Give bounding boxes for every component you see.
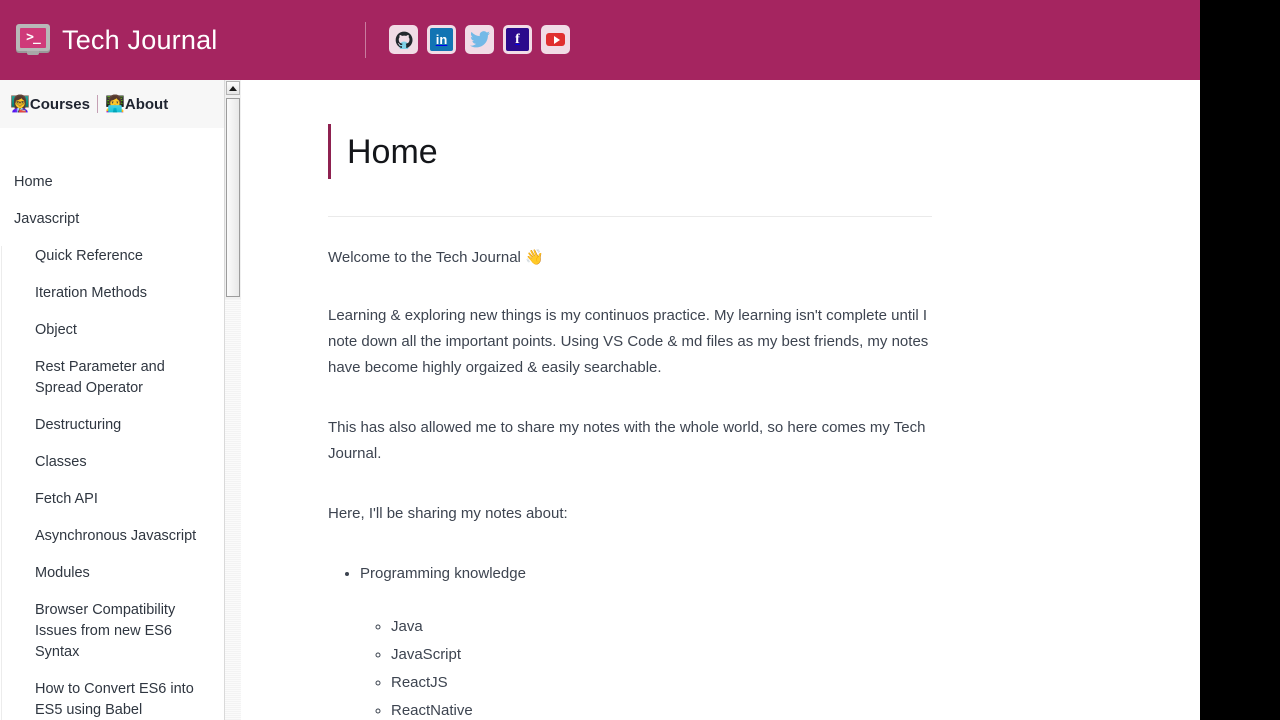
terminal-prompt-text: >_ xyxy=(20,27,46,48)
facebook-icon: f xyxy=(506,28,529,51)
list-item: ReactJS xyxy=(391,669,938,697)
sidebar-item-object[interactable]: Object xyxy=(20,320,200,341)
list-item: JavaScript xyxy=(391,641,938,669)
paragraph-3: Here, I'll be sharing my notes about: xyxy=(328,505,568,522)
nav-item-about[interactable]: 👩‍💻 About xyxy=(105,96,168,113)
github-icon xyxy=(392,28,415,51)
youtube-link[interactable] xyxy=(541,25,570,54)
github-link[interactable] xyxy=(389,25,418,54)
list-item: Programming knowledge Java JavaScript Re… xyxy=(360,561,938,720)
list-item: ReactNative xyxy=(391,697,938,720)
sidebar-item-quick-reference[interactable]: Quick Reference xyxy=(20,246,200,267)
waving-hand-icon: 👋 xyxy=(525,248,544,266)
sidebar-topnav: 👩‍🏫 Courses 👩‍💻 About xyxy=(0,80,228,128)
twitter-icon xyxy=(468,28,491,51)
nav-item-courses-label: Courses xyxy=(29,95,90,113)
sidebar-item-es6-to-es5-babel[interactable]: How to Convert ES6 into ES5 using Babel xyxy=(20,679,200,720)
list-item: Java xyxy=(391,613,938,641)
sidebar-item-classes[interactable]: Classes xyxy=(20,452,200,473)
social-links: in f xyxy=(389,25,570,54)
site-header: >_ Tech Journal in f xyxy=(0,0,1200,80)
sidebar-scrollbar[interactable] xyxy=(224,80,241,720)
brand-link[interactable]: >_ Tech Journal xyxy=(0,24,218,56)
sidebar-item-modules[interactable]: Modules xyxy=(20,563,200,584)
topics-sublist: Java JavaScript ReactJS ReactNative xyxy=(360,613,938,720)
sidebar-item-rest-spread[interactable]: Rest Parameter and Spread Operator xyxy=(20,357,200,399)
sidebar-item-browser-compatibility[interactable]: Browser Compatibility Issues from new ES… xyxy=(20,600,200,663)
brand-title: Tech Journal xyxy=(62,24,218,55)
welcome-paragraph: Welcome to the Tech Journal 👋 xyxy=(328,244,938,271)
youtube-icon xyxy=(544,28,567,51)
linkedin-glyph: in xyxy=(435,32,448,47)
sidebar-item-javascript[interactable]: Javascript xyxy=(0,209,228,230)
nav-separator xyxy=(96,95,98,113)
sidebar: 👩‍🏫 Courses 👩‍💻 About Home Javascript Qu… xyxy=(0,80,240,720)
sidebar-submenu-javascript: Quick Reference Iteration Methods Object… xyxy=(1,246,228,720)
paragraph-1: Learning & exploring new things is my co… xyxy=(328,307,929,376)
sidebar-item-home[interactable]: Home xyxy=(0,172,228,193)
content-divider xyxy=(328,216,932,217)
list-item-label: Programming knowledge xyxy=(360,565,526,582)
linkedin-link[interactable]: in xyxy=(427,25,456,54)
browser-page: >_ Tech Journal in xyxy=(0,0,1200,720)
sidebar-item-fetch-api[interactable]: Fetch API xyxy=(20,489,200,510)
sidebar-item-destructuring[interactable]: Destructuring xyxy=(20,415,200,436)
page-title: Home xyxy=(347,132,438,171)
facebook-glyph: f xyxy=(515,31,520,47)
sidebar-menu: Home Javascript Quick Reference Iteratio… xyxy=(0,128,228,720)
nav-item-about-label: About xyxy=(124,95,169,113)
header-divider xyxy=(365,22,366,58)
scrollbar-track-lower[interactable] xyxy=(225,299,241,720)
welcome-text: Welcome to the Tech Journal xyxy=(328,249,526,266)
topics-list: Programming knowledge Java JavaScript Re… xyxy=(328,561,938,720)
sidebar-item-async-javascript[interactable]: Asynchronous Javascript xyxy=(20,526,200,547)
woman-technologist-icon: 👩‍💻 xyxy=(104,94,125,113)
nav-item-courses[interactable]: 👩‍🏫 Courses xyxy=(10,96,90,113)
article-body: Welcome to the Tech Journal 👋 Learning &… xyxy=(328,244,938,720)
sidebar-item-iteration-methods[interactable]: Iteration Methods xyxy=(20,283,200,304)
linkedin-icon: in xyxy=(430,28,453,51)
twitter-link[interactable] xyxy=(465,25,494,54)
paragraph-2: This has also allowed me to share my not… xyxy=(328,419,926,462)
scrollbar-track-upper[interactable] xyxy=(225,80,241,299)
page-title-wrap: Home xyxy=(328,124,438,179)
terminal-icon: >_ xyxy=(16,24,50,56)
woman-teacher-icon: 👩‍🏫 xyxy=(10,94,30,113)
scrollbar-thumb[interactable] xyxy=(226,98,240,297)
main-content: Home Welcome to the Tech Journal 👋 Learn… xyxy=(241,80,1200,720)
chevron-up-icon[interactable] xyxy=(226,81,240,95)
facebook-link[interactable]: f xyxy=(503,25,532,54)
